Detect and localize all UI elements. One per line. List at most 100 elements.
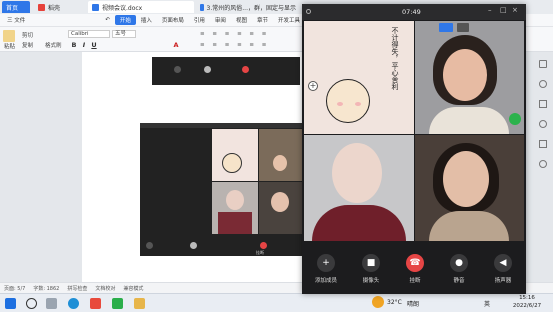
clock-date[interactable]: 2022/6/27	[510, 303, 544, 309]
mini-titlebar	[140, 123, 302, 128]
clock-time[interactable]: 15:16	[510, 295, 544, 301]
add-member-button[interactable]: +	[317, 254, 335, 272]
mute-label: 静音	[453, 278, 465, 284]
spell-check[interactable]: 拼写检查	[67, 285, 87, 292]
copy-button[interactable]: 复制	[22, 41, 33, 49]
sticker-cheek-left	[337, 102, 343, 106]
mini-tile-woman-1	[259, 129, 302, 181]
hangup-label: 挂断	[409, 278, 421, 284]
right-sidebar	[536, 56, 550, 256]
tile-participant-2[interactable]	[304, 135, 414, 241]
italic-button[interactable]: I	[80, 41, 88, 49]
menu-chapter[interactable]: 章节	[252, 14, 273, 27]
ime-indicator[interactable]: 英	[484, 299, 490, 308]
font-select[interactable]: Calibri	[68, 30, 110, 38]
mini-tile-sticker	[212, 129, 258, 181]
speaker-label: 扬声器	[494, 278, 512, 284]
tile-sticker[interactable]: 不计得失，平心舍利 +	[304, 21, 414, 134]
mini-add-icon	[146, 242, 153, 249]
call-duration: 07:49	[402, 8, 421, 16]
menu-layout[interactable]: 页面布局	[157, 14, 189, 27]
plus-icon: +	[322, 258, 330, 268]
mute-button[interactable]: ●	[450, 254, 468, 272]
participant-2-shirt	[312, 205, 406, 241]
tab-document[interactable]: 视频会议.docx	[88, 1, 194, 13]
embedded-screenshot-1[interactable]	[152, 57, 300, 85]
camera-icon	[204, 66, 211, 73]
hangup-button[interactable]: ☎	[406, 254, 424, 272]
tile-participant-1[interactable]	[415, 21, 524, 134]
camera-button[interactable]: ■	[362, 254, 380, 272]
weather-desc: 晴朗	[407, 301, 420, 308]
camera-label: 摄像头	[362, 278, 380, 284]
participant-3-face	[443, 151, 489, 207]
mini-face-3	[271, 192, 289, 212]
proofread[interactable]: 文档校对	[95, 285, 115, 292]
add-member-label: 添加成员	[314, 278, 337, 284]
sticker-cheek-right	[355, 102, 361, 106]
underline-button[interactable]: U	[90, 41, 98, 49]
pin-icon[interactable]	[306, 9, 311, 14]
sidebar-style-icon[interactable]	[539, 100, 547, 108]
menu-file[interactable]: 三 文件	[2, 14, 30, 27]
layout-toggle-icon[interactable]	[439, 23, 453, 32]
mini-hangup-label: 挂断	[256, 250, 264, 255]
paste-icon[interactable]	[3, 30, 15, 42]
speaker-button[interactable]: ◀	[494, 254, 512, 272]
close-icon[interactable]: ×	[512, 6, 518, 14]
mic-off-icon: ●	[455, 258, 463, 268]
font-color-button[interactable]: A	[172, 41, 180, 49]
menu-reference[interactable]: 引用	[189, 14, 210, 27]
paste-button[interactable]: 粘贴	[4, 42, 15, 50]
mini-face-1	[273, 155, 287, 171]
mini-tile-woman-2	[212, 182, 258, 234]
mini-face-2	[226, 190, 244, 210]
cut-button[interactable]: 剪切	[22, 31, 33, 39]
menu-dev[interactable]: 开发工具	[273, 14, 305, 27]
add-sticker-icon[interactable]: +	[308, 81, 318, 91]
minimize-icon[interactable]: –	[488, 6, 492, 14]
edge-icon[interactable]	[68, 298, 79, 309]
wps-icon[interactable]	[90, 298, 101, 309]
menu-insert[interactable]: 插入	[136, 14, 157, 27]
menu-undo-icon[interactable]: ↶	[100, 14, 115, 27]
switch-camera-icon[interactable]	[457, 23, 469, 32]
tab-document-2[interactable]: 3.常州的风俗...，群，固定与显示	[196, 1, 300, 13]
tab-home[interactable]: 首页	[2, 1, 30, 13]
participant-2-face	[332, 143, 382, 203]
search-icon[interactable]	[26, 298, 37, 309]
sidebar-pen-icon[interactable]	[539, 80, 547, 88]
tile-participant-3[interactable]	[415, 135, 524, 241]
maximize-icon[interactable]: □	[500, 6, 507, 14]
calligraphy-text: 不计得失，平心舍利	[391, 27, 399, 90]
align-tools[interactable]: ≡ ≡ ≡ ≡ ≡ ≡	[200, 42, 280, 48]
menu-start[interactable]: 开始	[114, 15, 136, 25]
windows-start-icon[interactable]	[5, 298, 16, 309]
sidebar-select-icon[interactable]	[539, 60, 547, 68]
weather-temp: 32°C	[387, 299, 402, 306]
signal-icon	[509, 113, 521, 125]
wechat-icon[interactable]	[112, 298, 123, 309]
folder-icon[interactable]	[134, 298, 145, 309]
tab-docer[interactable]: 稻壳	[34, 1, 84, 13]
weather-icon	[372, 296, 384, 308]
video-call-window[interactable]: 07:49 – □ × 不计得失，平心舍利 + + 添加成员 ■ 摄像头 ☎ 挂	[302, 4, 526, 294]
bold-button[interactable]: B	[70, 41, 78, 49]
sidebar-settings-icon[interactable]	[539, 120, 547, 128]
sidebar-share-icon[interactable]	[539, 140, 547, 148]
participant-3-shirt	[429, 211, 509, 241]
participant-1-face	[443, 49, 487, 101]
menu-view[interactable]: 视图	[231, 14, 252, 27]
format-painter-button[interactable]: 格式刷	[45, 41, 62, 49]
paragraph-tools: ≡ ≡ ≡ ≡ ≡ ≡	[200, 31, 270, 37]
sidebar-help-icon[interactable]	[539, 160, 547, 168]
menu-review[interactable]: 审阅	[210, 14, 231, 27]
task-view-icon[interactable]	[46, 298, 57, 309]
call-titlebar: 07:49 – □ ×	[302, 4, 526, 20]
add-member-icon	[174, 66, 181, 73]
mini-hangup-icon	[260, 242, 267, 249]
word-count: 字数: 1862	[33, 285, 60, 292]
mini-shirt-2	[218, 212, 252, 234]
font-size-select[interactable]: 五号	[112, 30, 136, 38]
embedded-screenshot-2[interactable]: 挂断	[140, 123, 302, 256]
